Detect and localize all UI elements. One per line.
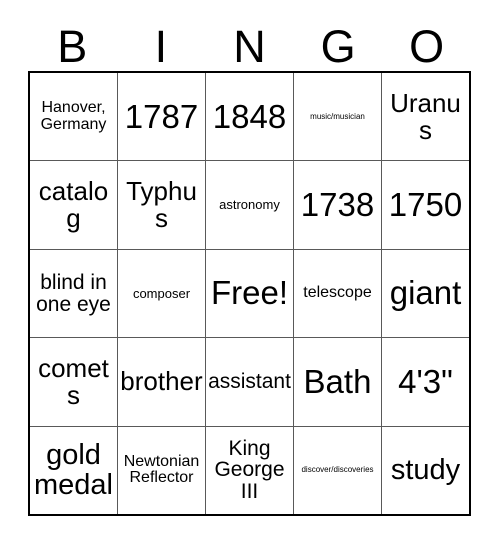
bingo-cell-b5[interactable]: gold medal <box>30 426 117 515</box>
bingo-cell-label: giant <box>389 274 462 312</box>
bingo-cell-label: 1848 <box>212 97 287 135</box>
bingo-cell-b2[interactable]: catalog <box>30 161 117 249</box>
bingo-cell-free-space[interactable]: Free! <box>205 249 293 338</box>
bingo-cell-label: gold medal <box>34 439 113 502</box>
bingo-cell-g5[interactable]: discover/discoveries <box>293 426 381 515</box>
bingo-header-letter-o: O <box>409 21 445 72</box>
bingo-cell-o4[interactable]: 4'3" <box>381 338 469 426</box>
bingo-cell-o1[interactable]: Uranus <box>381 73 469 161</box>
bingo-cell-label: blind in one eye <box>36 270 111 316</box>
bingo-cell-label: 1738 <box>300 185 375 223</box>
bingo-card: B I N G O Hanover, Germany 1787 1848 mus… <box>0 0 500 544</box>
bingo-header-letter-i: I <box>154 21 168 72</box>
bingo-cell-label: composer <box>132 285 191 301</box>
bingo-cell-label: comets <box>38 352 109 410</box>
bingo-cell-g2[interactable]: 1738 <box>293 161 381 249</box>
bingo-cell-i1[interactable]: 1787 <box>117 73 205 161</box>
bingo-cell-o2[interactable]: 1750 <box>381 161 469 249</box>
bingo-cell-label: astronomy <box>219 197 280 213</box>
bingo-row: catalog Typhus astronomy 1738 1750 <box>30 160 469 249</box>
bingo-cell-label: music/musician <box>310 111 365 121</box>
bingo-cell-g1[interactable]: music/musician <box>293 73 381 161</box>
bingo-cell-label: assistant <box>208 370 291 393</box>
bingo-cell-label: telescope <box>303 284 372 302</box>
bingo-cell-i2[interactable]: Typhus <box>117 161 205 249</box>
bingo-header-letter-n: N <box>233 21 266 72</box>
bingo-row: blind in one eye composer Free! telescop… <box>30 248 469 338</box>
bingo-cell-label: study <box>390 454 461 487</box>
bingo-cell-label: catalog <box>38 176 109 234</box>
bingo-cell-g3[interactable]: telescope <box>293 249 381 338</box>
bingo-cell-label: 1750 <box>388 185 463 223</box>
bingo-cell-b1[interactable]: Hanover, Germany <box>30 73 117 161</box>
bingo-cell-label: 4'3" <box>398 362 453 400</box>
bingo-cell-i4[interactable]: brother <box>117 338 205 426</box>
bingo-row: gold medal Newtonian Reflector King Geor… <box>30 425 469 515</box>
bingo-cell-label: Typhus <box>126 176 197 234</box>
bingo-cell-label: King George III <box>214 436 285 504</box>
bingo-cell-label: Uranus <box>390 87 461 145</box>
bingo-header-letter-b: B <box>57 21 88 72</box>
bingo-cell-n5[interactable]: King George III <box>205 426 293 515</box>
bingo-cell-label: Bath <box>303 362 372 400</box>
bingo-cell-i5[interactable]: Newtonian Reflector <box>117 426 205 515</box>
bingo-cell-n4[interactable]: assistant <box>205 338 293 426</box>
bingo-cell-i3[interactable]: composer <box>117 249 205 338</box>
bingo-row: Hanover, Germany 1787 1848 music/musicia… <box>30 73 469 161</box>
bingo-cell-label: Hanover, Germany <box>40 99 107 133</box>
bingo-grid: Hanover, Germany 1787 1848 music/musicia… <box>28 71 471 516</box>
bingo-cell-o3[interactable]: giant <box>381 249 469 338</box>
bingo-cell-o5[interactable]: study <box>381 426 469 515</box>
bingo-header: B I N G O <box>28 18 471 71</box>
bingo-cell-n2[interactable]: astronomy <box>205 161 293 249</box>
bingo-row: comets brother assistant Bath 4'3" <box>30 337 469 426</box>
bingo-cell-label: Newtonian Reflector <box>123 452 200 487</box>
bingo-header-letter-g: G <box>320 21 356 72</box>
bingo-cell-label: 1787 <box>124 97 199 135</box>
bingo-cell-g4[interactable]: Bath <box>293 338 381 426</box>
bingo-cell-b4[interactable]: comets <box>30 338 117 426</box>
bingo-cell-b3[interactable]: blind in one eye <box>30 249 117 338</box>
bingo-cell-n1[interactable]: 1848 <box>205 73 293 161</box>
bingo-cell-label: discover/discoveries <box>301 465 374 475</box>
bingo-cell-label: brother <box>120 366 203 397</box>
bingo-free-label: Free! <box>210 274 289 312</box>
